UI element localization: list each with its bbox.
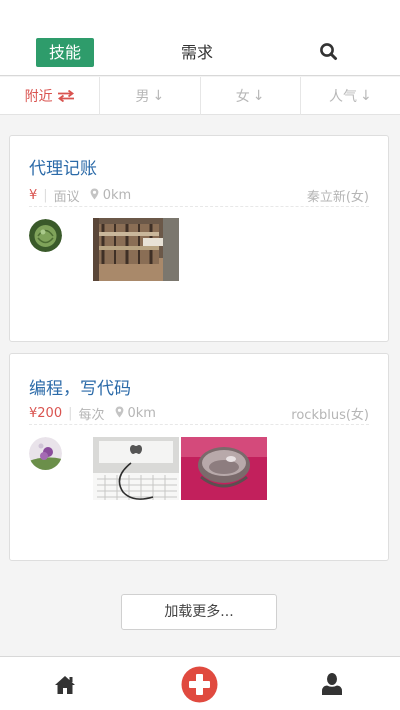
avatar[interactable] — [29, 219, 62, 252]
listing-image[interactable] — [93, 437, 179, 500]
search-icon — [320, 43, 337, 60]
filter-nearby[interactable]: 附近 — [0, 77, 101, 115]
listing-image[interactable] — [181, 437, 267, 500]
listing-card[interactable]: 编程，写代码 ¥200 | 每次 0km rockblus(女) — [9, 353, 389, 561]
nav-profile[interactable] — [321, 672, 343, 696]
filter-male-label: 男 — [135, 89, 150, 105]
listing-unit: 面议 — [53, 190, 80, 205]
listing-author: 秦立新(女) — [306, 190, 369, 205]
filter-popularity[interactable]: 人气 ↓ — [301, 77, 400, 115]
add-plus-icon — [181, 666, 218, 703]
top-bar: 技能 需求 — [0, 0, 400, 76]
filter-nearby-label: 附近 — [24, 89, 53, 105]
listing-unit: 每次 — [78, 408, 105, 423]
avatar[interactable] — [29, 437, 62, 470]
green-melon-avatar — [29, 219, 62, 252]
meta-divider: | — [43, 188, 48, 203]
tab-skills[interactable]: 技能 — [36, 38, 94, 67]
sort-down-icon: ↓ — [252, 88, 265, 104]
location-pin-icon — [90, 188, 99, 204]
tab-needs[interactable]: 需求 — [160, 38, 234, 67]
bottom-nav — [0, 656, 400, 710]
listing-meta: ¥200 | 每次 0km rockblus(女) — [29, 403, 369, 425]
listing-distance: 0km — [127, 406, 156, 421]
user-icon — [322, 673, 342, 695]
location-pin-icon — [115, 406, 124, 422]
listing-price: ¥200 — [29, 406, 63, 421]
nav-home[interactable] — [53, 674, 77, 696]
purple-flower-avatar — [29, 437, 62, 470]
pink-bowl-photo — [181, 437, 267, 500]
wooden-cart-photo — [93, 218, 179, 281]
filter-male[interactable]: 男 ↓ — [100, 77, 201, 115]
search-button[interactable] — [318, 41, 340, 63]
home-icon — [55, 676, 75, 694]
listing-meta: ¥ | 面议 0km 秦立新(女) — [29, 185, 369, 207]
load-more-button[interactable]: 加载更多... — [121, 594, 277, 630]
nav-add[interactable] — [181, 666, 218, 703]
listing-title[interactable]: 代理记账 — [29, 154, 97, 179]
listing-title[interactable]: 编程，写代码 — [29, 374, 131, 399]
sort-down-icon: ↓ — [152, 88, 165, 104]
listing-distance: 0km — [102, 188, 132, 203]
filter-female[interactable]: 女 ↓ — [201, 77, 301, 115]
listing-image[interactable] — [93, 218, 179, 281]
listing-author: rockblus(女) — [291, 408, 369, 423]
swap-arrows-icon — [57, 90, 74, 102]
filter-female-label: 女 — [235, 89, 250, 105]
filter-bar: 附近 男 ↓ 女 ↓ 人气 ↓ — [0, 77, 400, 115]
listing-price: ¥ — [29, 188, 38, 203]
listing-card[interactable]: 代理记账 ¥ | 面议 0km 秦立新(女) — [9, 135, 389, 342]
meta-divider: | — [68, 406, 73, 421]
computer-keyboard-photo — [93, 437, 179, 500]
filter-popularity-label: 人气 — [329, 89, 357, 105]
sort-down-icon: ↓ — [360, 88, 372, 104]
